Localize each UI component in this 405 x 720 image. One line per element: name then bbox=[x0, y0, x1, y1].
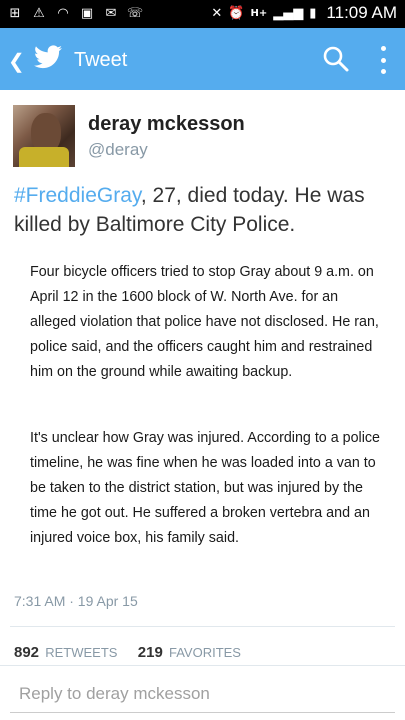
author-handle[interactable]: @deray bbox=[88, 140, 148, 160]
more-vertical-icon[interactable] bbox=[379, 46, 387, 74]
tweet-text: #FreddieGray, 27, died today. He was kil… bbox=[14, 181, 394, 239]
battery-icon: ▮ bbox=[309, 5, 317, 21]
image-paragraph-2: It's unclear how Gray was injured. Accor… bbox=[30, 430, 381, 546]
reply-placeholder: Reply to deray mckesson bbox=[19, 684, 210, 703]
phone-icon: ☏ bbox=[126, 5, 144, 21]
notification-icons: ⊞ ⚠ ◠ ▣ ✉ ☏ bbox=[6, 4, 144, 22]
email-icon: ✉ bbox=[105, 5, 117, 21]
retweets-label[interactable]: RETWEETS bbox=[45, 645, 117, 660]
divider bbox=[0, 665, 405, 666]
mute-icon: ✕ bbox=[211, 5, 223, 21]
image-icon: ▣ bbox=[80, 5, 94, 21]
page-title: Tweet bbox=[74, 49, 128, 71]
network-type: H+ bbox=[250, 7, 268, 19]
author-name[interactable]: deray mckesson bbox=[88, 113, 245, 136]
clock: 11:09 AM bbox=[326, 3, 397, 22]
image-paragraph-1: Four bicycle officers tried to stop Gray… bbox=[30, 264, 379, 380]
wifi-icon: ◠ bbox=[57, 5, 69, 21]
favorites-count[interactable]: 219 bbox=[138, 644, 163, 661]
search-icon[interactable] bbox=[322, 45, 350, 73]
reply-input[interactable]: Reply to deray mckesson bbox=[10, 678, 395, 713]
engagement-counts: 892 RETWEETS 219 FAVORITES bbox=[14, 644, 241, 661]
status-bar: ⊞ ⚠ ◠ ▣ ✉ ☏ ✕ ⏰ H+ ▂▄▆ ▮ 11:09 AM bbox=[0, 0, 405, 28]
warning-icon: ⚠ bbox=[33, 5, 45, 21]
avatar[interactable] bbox=[13, 105, 75, 167]
add-box-icon: ⊞ bbox=[9, 5, 21, 21]
hashtag-link[interactable]: #FreddieGray bbox=[14, 184, 141, 207]
app-bar: ❮ Tweet bbox=[0, 28, 405, 90]
alarm-icon: ⏰ bbox=[228, 5, 245, 21]
tweet-timestamp: 7:31 AM · 19 Apr 15 bbox=[14, 593, 138, 609]
twitter-bird-icon[interactable] bbox=[34, 45, 62, 69]
tweet-image[interactable]: Four bicycle officers tried to stop Gray… bbox=[14, 248, 391, 586]
favorites-label[interactable]: FAVORITES bbox=[169, 645, 241, 660]
chevron-left-icon[interactable]: ❮ bbox=[8, 49, 25, 74]
divider bbox=[10, 626, 395, 627]
system-icons: ✕ ⏰ H+ ▂▄▆ ▮ 11:09 AM bbox=[211, 3, 397, 23]
retweets-count[interactable]: 892 bbox=[14, 644, 39, 661]
signal-icon: ▂▄▆ bbox=[273, 5, 304, 21]
